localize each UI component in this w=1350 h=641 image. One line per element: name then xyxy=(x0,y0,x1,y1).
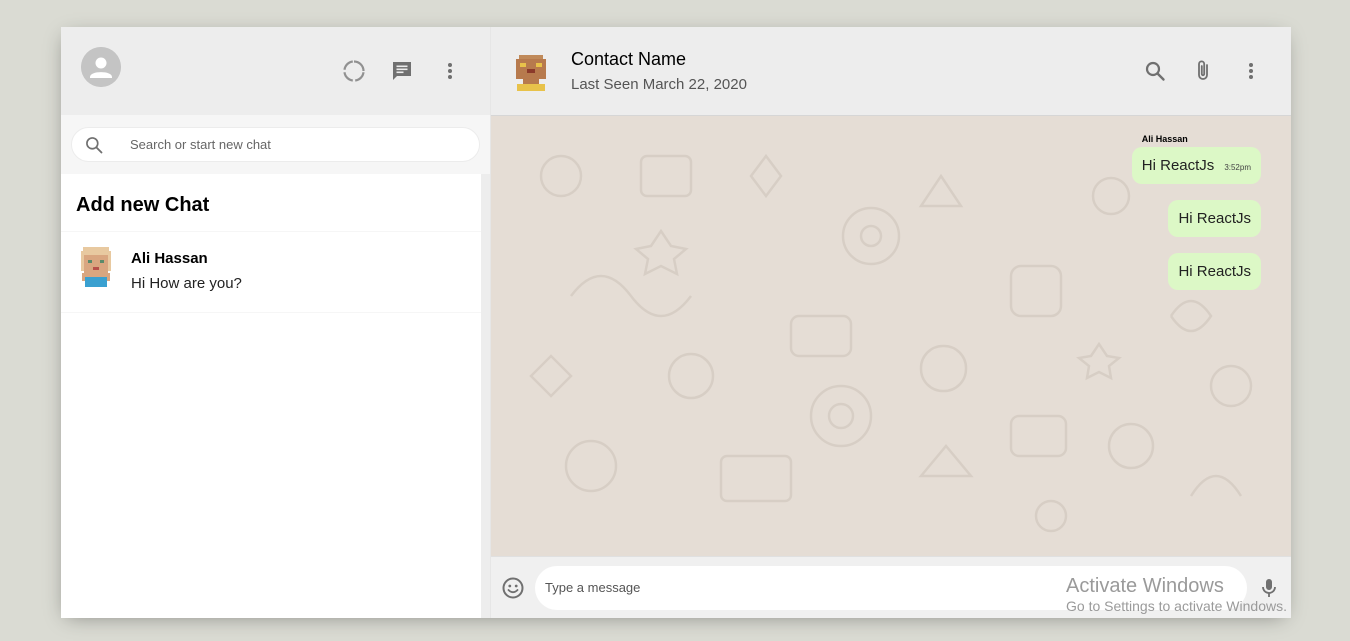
message-text: Hi ReactJs xyxy=(1178,263,1251,280)
chat-item-info: Ali Hassan Hi How are you? xyxy=(131,247,242,297)
mic-button[interactable] xyxy=(1257,576,1281,600)
message-row: Hi ReactJs xyxy=(521,200,1261,237)
emoji-icon xyxy=(502,577,524,598)
message-input[interactable] xyxy=(535,565,1247,610)
message-row: Hi ReactJs xyxy=(521,253,1261,290)
chat-header: Contact Name Last Seen March 22, 2020 xyxy=(491,27,1291,116)
chat-item-last-message: Hi How are you? xyxy=(131,275,242,292)
message-text: Hi ReactJs xyxy=(1141,157,1215,174)
message-text: Hi ReactJs xyxy=(1178,210,1251,227)
search-container xyxy=(71,127,480,162)
message-sender: Ali Hassan xyxy=(1141,134,1188,144)
chat-search-button[interactable] xyxy=(1135,51,1175,91)
chat-menu-button[interactable] xyxy=(1231,51,1271,91)
contact-avatar xyxy=(81,247,111,287)
search-icon xyxy=(86,136,103,153)
search-input[interactable] xyxy=(128,136,467,153)
contact-header-avatar[interactable] xyxy=(511,51,551,91)
more-vert-icon xyxy=(1249,63,1253,79)
add-new-chat-button[interactable]: Add new Chat xyxy=(61,174,490,232)
emoji-button[interactable] xyxy=(501,576,525,600)
attach-button[interactable] xyxy=(1183,51,1223,91)
message-row: Ali Hassan Hi ReactJs 3:52pm xyxy=(521,134,1261,184)
search-bar xyxy=(61,115,490,174)
user-avatar[interactable] xyxy=(81,47,121,87)
chat-list-item[interactable]: Ali Hassan Hi How are you? xyxy=(61,232,490,313)
mic-icon xyxy=(1262,578,1276,597)
chat-icon xyxy=(393,62,411,80)
more-vert-icon xyxy=(448,63,452,79)
new-chat-button[interactable] xyxy=(382,51,422,91)
status-button[interactable] xyxy=(334,51,374,91)
chat-body: Ali Hassan Hi ReactJs 3:52pm Hi ReactJs … xyxy=(491,116,1291,556)
sidebar-menu-button[interactable] xyxy=(430,51,470,91)
message-timestamp: 3:52pm xyxy=(1224,163,1251,172)
chat-header-actions xyxy=(1135,51,1271,91)
chat-list: Add new Chat Ali Hassan Hi How are you? xyxy=(61,174,490,618)
sidebar-header xyxy=(61,27,490,115)
message-bubble[interactable]: Hi ReactJs xyxy=(1168,200,1261,237)
sidebar: Add new Chat Ali Hassan Hi How are you? xyxy=(61,27,491,618)
last-seen: Last Seen March 22, 2020 xyxy=(571,76,747,93)
message-bubble[interactable]: Hi ReactJs xyxy=(1168,253,1261,290)
chat-footer xyxy=(491,556,1291,618)
search-icon xyxy=(1145,61,1165,81)
message-bubble[interactable]: Ali Hassan Hi ReactJs 3:52pm xyxy=(1131,134,1261,184)
chat-panel: Contact Name Last Seen March 22, 2020 Al… xyxy=(491,27,1291,618)
whatsapp-app: Add new Chat Ali Hassan Hi How are you? xyxy=(61,27,1291,618)
chat-item-name: Ali Hassan xyxy=(131,250,208,267)
status-icon xyxy=(343,60,365,82)
chat-header-info: Contact Name Last Seen March 22, 2020 xyxy=(571,49,1135,93)
attach-icon xyxy=(1198,60,1208,80)
person-icon xyxy=(81,47,121,87)
contact-name: Contact Name xyxy=(571,49,687,69)
sidebar-header-actions xyxy=(334,47,470,95)
